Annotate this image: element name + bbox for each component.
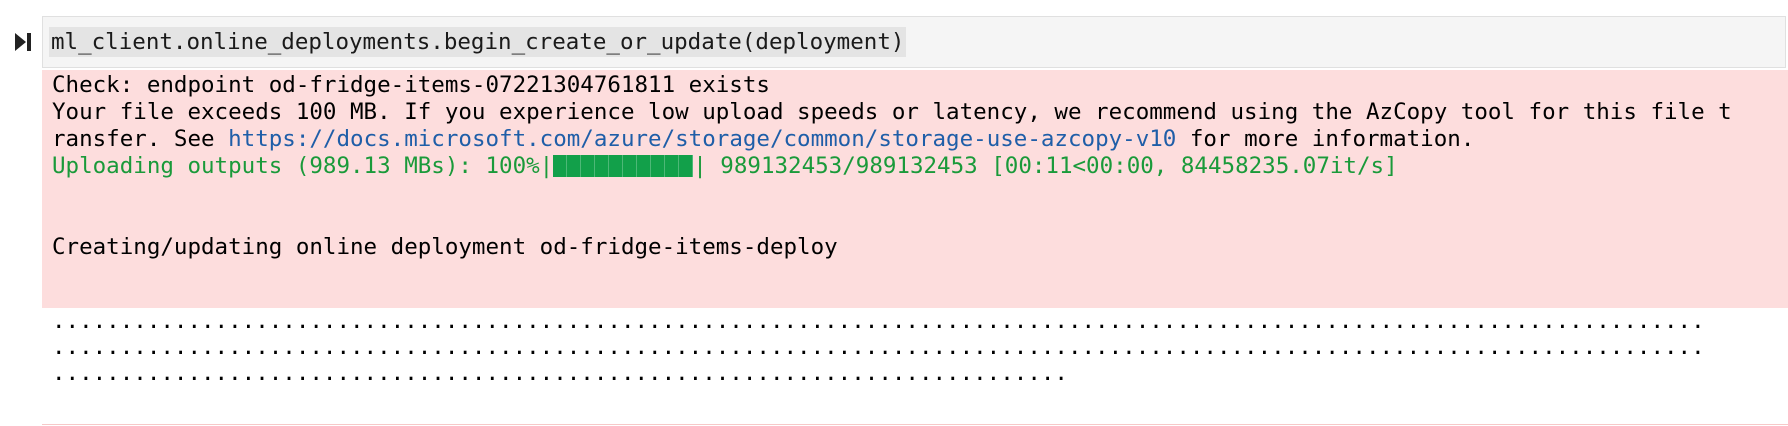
run-cell-icon[interactable]	[12, 30, 34, 54]
stdout-output: ........................................…	[42, 310, 1788, 425]
code-line[interactable]: ml_client.online_deployments.begin_creat…	[49, 27, 907, 57]
progress-dots-line: ........................................…	[52, 360, 1068, 386]
upload-progress-line: Uploading outputs (989.13 MBs): 100%| | 9…	[52, 151, 1398, 181]
progress-prefix: Uploading outputs (989.13 MBs): 100%|	[52, 153, 554, 179]
warning-suffix: for more information.	[1176, 126, 1475, 152]
progress-bar	[553, 155, 694, 177]
size-warning-line-2: ransfer. See https://docs.microsoft.com/…	[52, 124, 1474, 154]
stderr-output: Check: endpoint od-fridge-items-07221304…	[42, 70, 1788, 308]
notebook-cell: ml_client.online_deployments.begin_creat…	[0, 0, 1788, 426]
code-input-area[interactable]: ml_client.online_deployments.begin_creat…	[42, 16, 1786, 68]
size-warning-line-1: Your file exceeds 100 MB. If you experie…	[52, 99, 1732, 125]
endpoint-check-line: Check: endpoint od-fridge-items-07221304…	[52, 72, 770, 98]
azcopy-docs-link[interactable]: https://docs.microsoft.com/azure/storage…	[228, 126, 1176, 152]
creating-deployment-line: Creating/updating online deployment od-f…	[52, 234, 838, 260]
progress-suffix: | 989132453/989132453 [00:11<00:00, 8445…	[693, 153, 1398, 179]
warning-prefix: ransfer. See	[52, 126, 229, 152]
